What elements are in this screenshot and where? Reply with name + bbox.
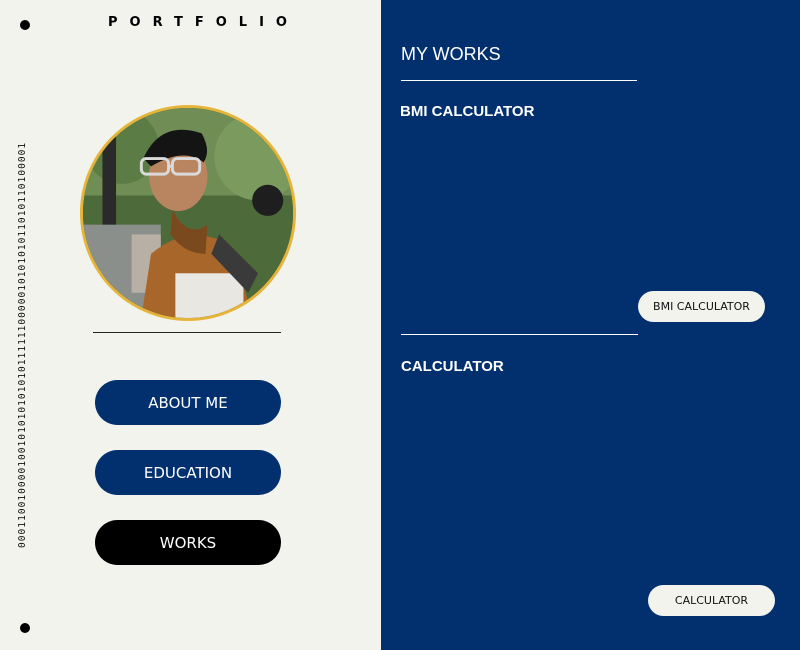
bottom-dot-decoration — [20, 623, 30, 633]
project-divider — [401, 334, 638, 335]
top-dot-decoration — [20, 20, 30, 30]
bmi-calculator-button[interactable]: BMI CALCULATOR — [638, 291, 765, 322]
avatar-photo — [83, 108, 293, 318]
brand-title: PORTFOLIO — [108, 15, 299, 30]
works-panel — [381, 0, 800, 650]
sidebar-panel: PORTFOLIO 000110010000100101010101010111… — [0, 0, 381, 650]
works-heading-underline — [401, 80, 637, 81]
education-button[interactable]: EDUCATION — [95, 450, 281, 495]
calculator-button[interactable]: CALCULATOR — [648, 585, 775, 616]
project-title-bmi-calculator: BMI CALCULATOR — [400, 103, 535, 120]
binary-decoration: 0001100100001001010101010101111110000010… — [17, 141, 28, 548]
works-button[interactable]: WORKS — [95, 520, 281, 565]
avatar — [80, 105, 296, 321]
about-me-button[interactable]: ABOUT ME — [95, 380, 281, 425]
project-title-calculator: CALCULATOR — [401, 358, 504, 375]
works-heading: MY WORKS — [401, 44, 501, 64]
sidebar-divider — [93, 332, 281, 333]
